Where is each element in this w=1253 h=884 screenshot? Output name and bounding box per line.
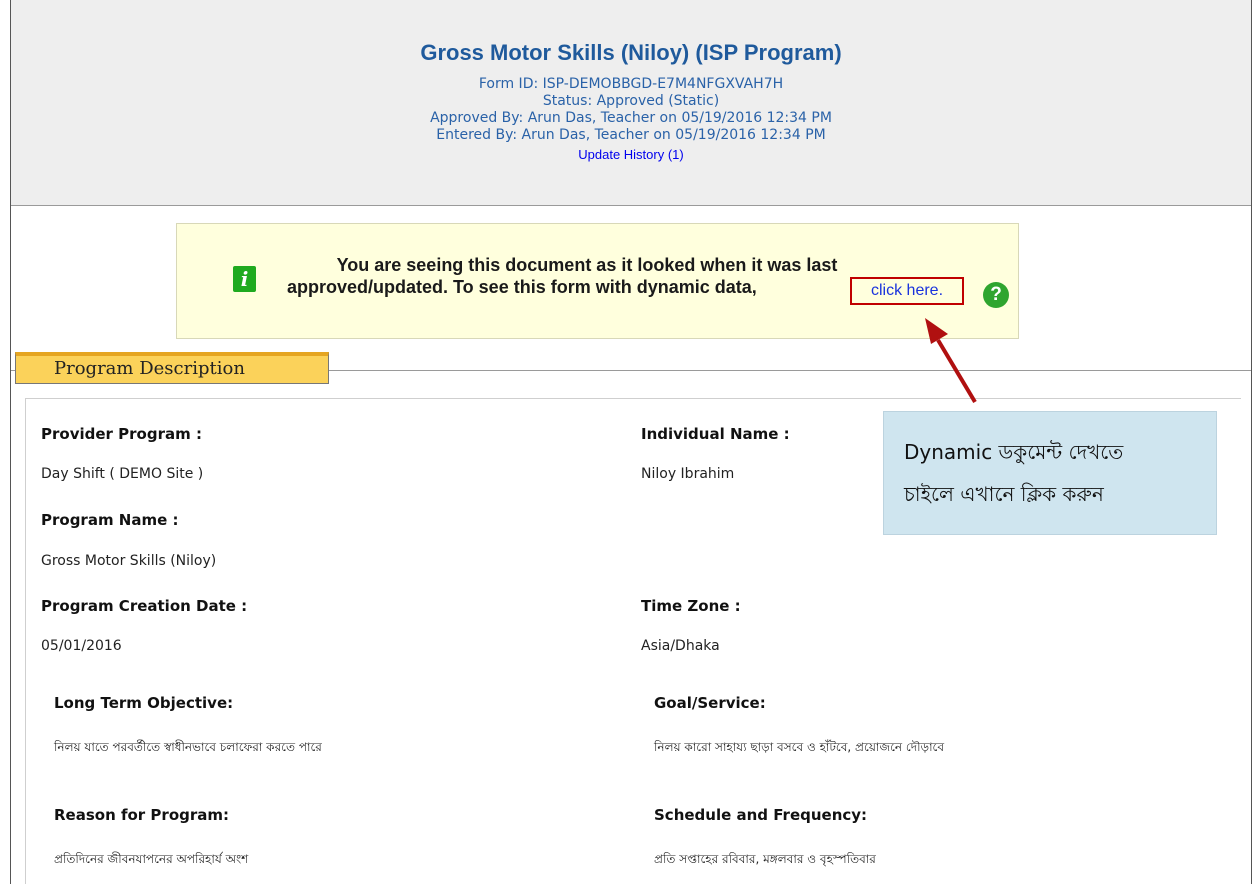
annotation-arrow-icon <box>925 318 977 404</box>
